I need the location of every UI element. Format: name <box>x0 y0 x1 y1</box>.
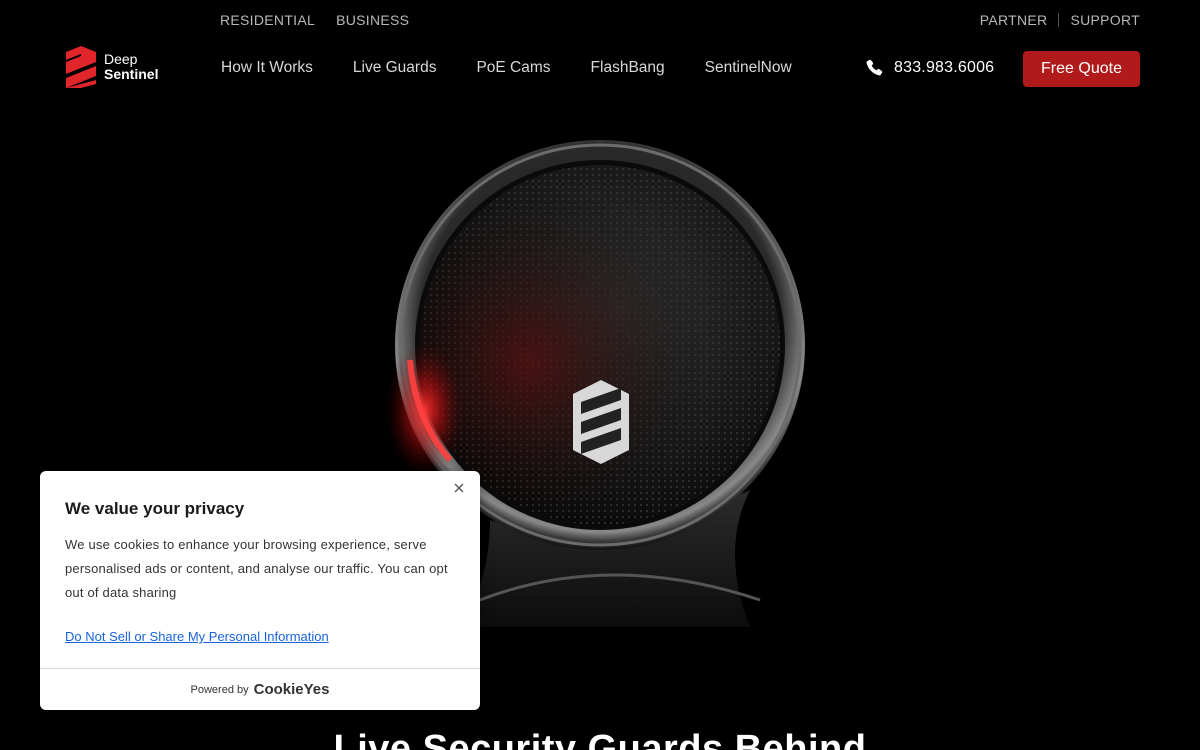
brand-name-line1: Deep <box>104 51 138 67</box>
nav-item-poe-cams[interactable]: PoE Cams <box>476 59 550 77</box>
cookie-title: We value your privacy <box>65 499 245 518</box>
cookie-consent-banner: We value your privacy We use cookies to … <box>40 471 480 710</box>
segment-links: RESIDENTIAL BUSINESS <box>220 12 409 28</box>
residential-link[interactable]: RESIDENTIAL <box>220 12 315 28</box>
brand-name-line2: Sentinel <box>104 66 159 82</box>
free-quote-button[interactable]: Free Quote <box>1023 51 1140 87</box>
nav-item-how-it-works[interactable]: How It Works <box>221 59 313 77</box>
nav-item-sentinelnow[interactable]: SentinelNow <box>705 59 792 77</box>
phone-icon <box>866 59 883 76</box>
utility-bar: RESIDENTIAL BUSINESS PARTNER SUPPORT <box>0 0 1200 40</box>
nav-item-live-guards[interactable]: Live Guards <box>353 59 437 77</box>
phone-number: 833.983.6006 <box>894 59 995 76</box>
cookieyes-logo[interactable]: CookieYes <box>254 681 330 698</box>
brand-logo[interactable]: Deep Sentinel <box>66 46 158 88</box>
nav-menu: How It Works Live Guards PoE Cams FlashB… <box>221 59 792 77</box>
close-icon[interactable] <box>452 481 466 495</box>
utility-links: PARTNER SUPPORT <box>980 12 1140 28</box>
powered-by-label: Powered by <box>190 683 249 696</box>
do-not-sell-link[interactable]: Do Not Sell or Share My Personal Informa… <box>65 629 329 644</box>
brand-name: Deep Sentinel <box>104 52 158 82</box>
shield-logo-icon <box>66 46 96 88</box>
hero-headline: Live Security Guards Behind <box>333 728 867 750</box>
support-link[interactable]: SUPPORT <box>1070 12 1140 28</box>
main-nav: Deep Sentinel How It Works Live Guards P… <box>0 44 1200 94</box>
phone-link[interactable]: 833.983.6006 <box>864 58 994 78</box>
cookie-footer: Powered by CookieYes <box>40 668 480 710</box>
nav-item-flashbang[interactable]: FlashBang <box>591 59 665 77</box>
cookie-description: We use cookies to enhance your browsing … <box>65 537 448 600</box>
business-link[interactable]: BUSINESS <box>336 12 409 28</box>
divider <box>1058 13 1060 27</box>
partner-link[interactable]: PARTNER <box>980 12 1048 28</box>
